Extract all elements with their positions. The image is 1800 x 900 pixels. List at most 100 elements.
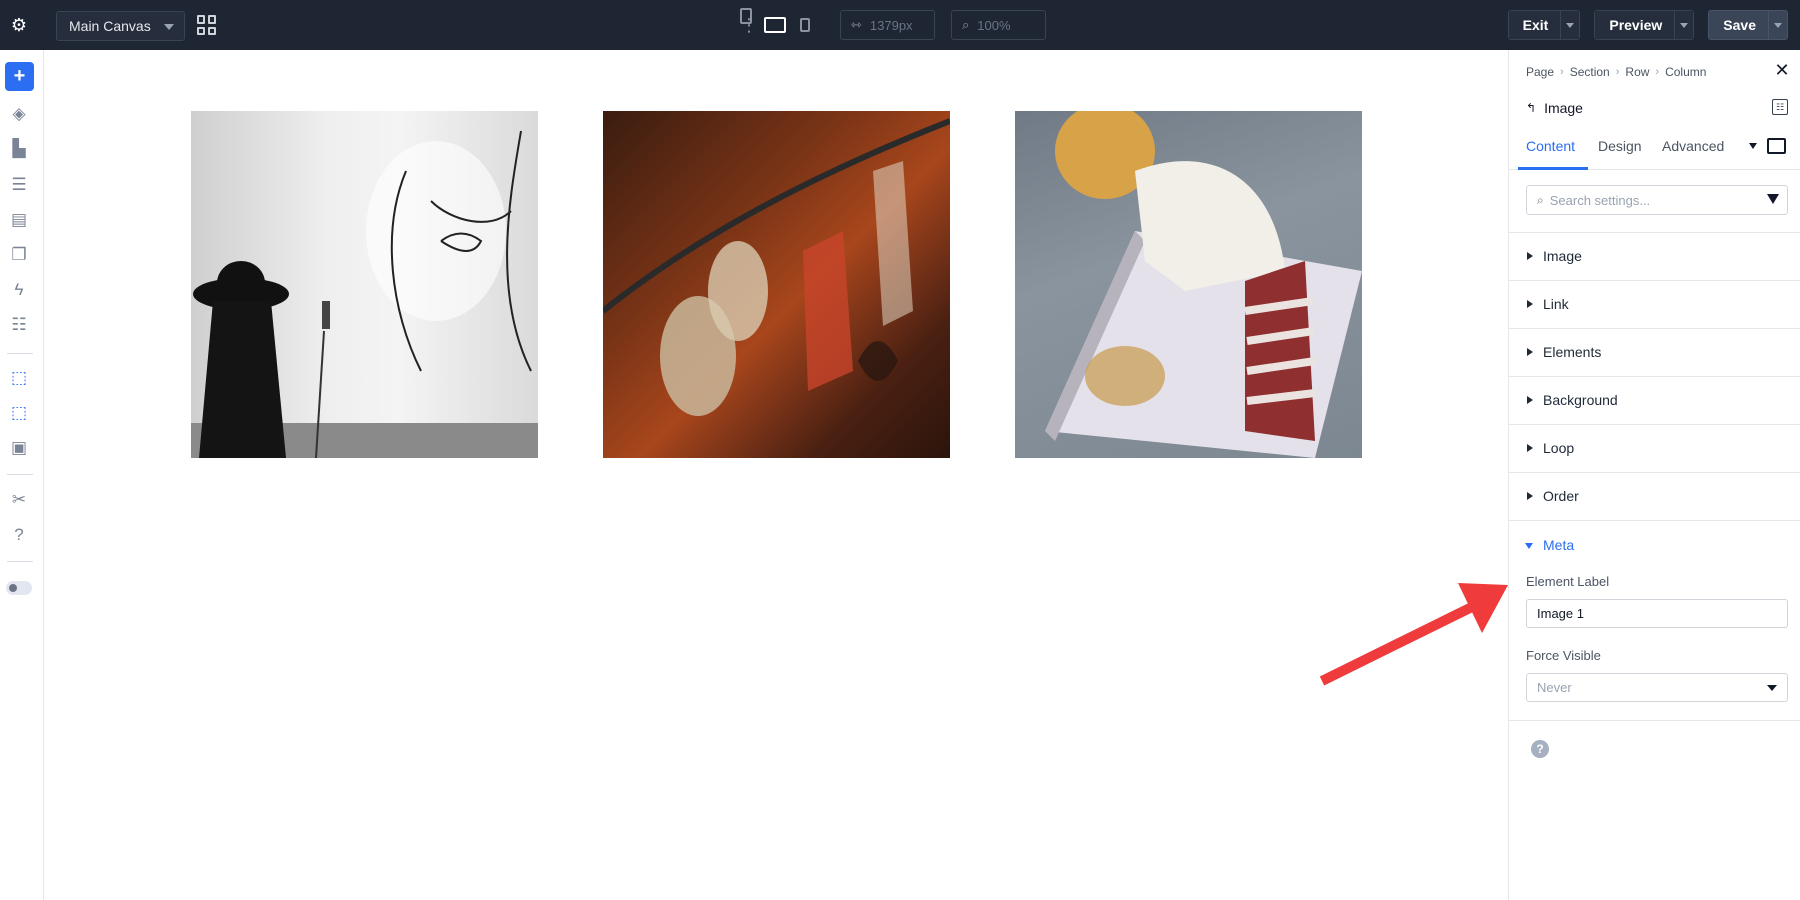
caret-down-icon bbox=[1566, 22, 1575, 28]
active-tab-indicator bbox=[1518, 167, 1588, 170]
force-visible-select[interactable]: Never bbox=[1526, 673, 1788, 702]
group-meta[interactable]: Meta bbox=[1509, 522, 1800, 570]
close-icon[interactable]: ✕ bbox=[1772, 60, 1792, 80]
tablet-view-icon[interactable] bbox=[740, 8, 752, 24]
group-order[interactable]: Order bbox=[1509, 473, 1800, 521]
divider bbox=[7, 474, 33, 475]
group-elements-label: Elements bbox=[1543, 344, 1602, 360]
chevron-right-icon: › bbox=[1655, 66, 1660, 78]
forms-icon[interactable]: ▤ bbox=[9, 210, 29, 230]
gallery-image-1[interactable] bbox=[191, 111, 538, 458]
settings-panel: Page › Section › Row › Column ✕ ↰ Image … bbox=[1508, 50, 1800, 900]
divider bbox=[7, 561, 33, 562]
help-icon[interactable]: ? bbox=[9, 525, 29, 545]
preview-dropdown-button[interactable] bbox=[1674, 10, 1695, 40]
phone-view-icon[interactable] bbox=[800, 18, 810, 32]
tab-design[interactable]: Design bbox=[1598, 138, 1642, 154]
design-library-icon[interactable]: ▙ bbox=[9, 139, 29, 159]
canvas-select-value: Main Canvas bbox=[69, 18, 151, 34]
left-sidebar: + ◈ ▙ ☰ ▤ ❐ ϟ ☷ ⬚ ⬚ ▣ ✂ ? bbox=[0, 50, 44, 900]
canvas-select[interactable]: Main Canvas bbox=[56, 11, 185, 41]
annotation-arrow-icon bbox=[1319, 583, 1508, 686]
divider bbox=[7, 353, 33, 354]
group-background-label: Background bbox=[1543, 392, 1618, 408]
breadcrumb-page[interactable]: Page bbox=[1526, 65, 1554, 79]
caret-down-icon bbox=[1680, 22, 1689, 28]
chevron-down-icon bbox=[164, 24, 174, 30]
chevron-down-icon bbox=[1767, 685, 1777, 691]
filter-icon[interactable] bbox=[1767, 194, 1779, 204]
group-order-label: Order bbox=[1543, 488, 1579, 504]
chevron-right-icon: › bbox=[1560, 66, 1564, 78]
group-elements[interactable]: Elements bbox=[1509, 329, 1800, 377]
canvas-width-field[interactable]: ⇿ 1379px bbox=[840, 10, 935, 40]
force-visible-value: Never bbox=[1537, 680, 1572, 695]
database-icon[interactable]: ☰ bbox=[9, 175, 29, 195]
element-select-icon[interactable]: ⬚ bbox=[9, 368, 29, 388]
tab-advanced[interactable]: Advanced bbox=[1662, 138, 1724, 154]
search-settings-input[interactable]: ⌕ Search settings... bbox=[1526, 185, 1788, 215]
breadcrumb-row[interactable]: Row bbox=[1625, 65, 1649, 79]
exit-dropdown-button[interactable] bbox=[1560, 10, 1581, 40]
pages-icon[interactable]: ❐ bbox=[9, 245, 29, 265]
preset-box-icon[interactable] bbox=[1767, 138, 1786, 154]
help-circle-icon[interactable]: ? bbox=[1531, 740, 1549, 758]
settings-options-icon[interactable]: ☷ bbox=[1772, 99, 1788, 115]
gallery-image-3[interactable] bbox=[1015, 111, 1362, 458]
force-visible-label: Force Visible bbox=[1526, 648, 1601, 663]
group-image-label: Image bbox=[1543, 248, 1582, 264]
tools-icon[interactable]: ✂ bbox=[9, 490, 29, 510]
search-icon: ⌕ bbox=[1537, 192, 1544, 207]
multi-select-icon[interactable]: ⬚ bbox=[9, 403, 29, 423]
caret-right-icon bbox=[1527, 300, 1533, 308]
group-link-label: Link bbox=[1543, 296, 1569, 312]
group-background[interactable]: Background bbox=[1509, 377, 1800, 425]
chevron-right-icon: › bbox=[1615, 66, 1620, 78]
element-title: ↰ Image bbox=[1526, 100, 1583, 116]
element-label-input[interactable]: Image 1 bbox=[1526, 599, 1788, 628]
exit-button[interactable]: Exit bbox=[1507, 10, 1561, 40]
group-image[interactable]: Image bbox=[1509, 233, 1800, 281]
breadcrumb: Page › Section › Row › Column bbox=[1526, 65, 1706, 79]
interactions-bolt-icon[interactable]: ϟ bbox=[9, 280, 29, 300]
desktop-view-icon[interactable] bbox=[764, 17, 786, 33]
layers-icon[interactable]: ◈ bbox=[9, 104, 29, 124]
breadcrumb-column[interactable]: Column bbox=[1665, 65, 1706, 79]
group-meta-label: Meta bbox=[1543, 537, 1575, 553]
group-loop-label: Loop bbox=[1543, 440, 1575, 456]
exit-button-group: Exit bbox=[1507, 10, 1581, 40]
caret-right-icon bbox=[1527, 396, 1533, 404]
caret-right-icon bbox=[1527, 444, 1533, 452]
preview-button-group: Preview bbox=[1594, 10, 1695, 40]
group-link[interactable]: Link bbox=[1509, 281, 1800, 329]
preview-button[interactable]: Preview bbox=[1594, 10, 1675, 40]
panel-tabs: Content Design Advanced bbox=[1509, 130, 1800, 170]
gallery-image-2[interactable] bbox=[603, 111, 950, 458]
canvas-width-value: 1379px bbox=[869, 17, 913, 33]
group-loop[interactable]: Loop bbox=[1509, 425, 1800, 473]
element-label-label: Element Label bbox=[1526, 574, 1610, 589]
layout-grid-icon[interactable] bbox=[197, 15, 217, 35]
add-element-button[interactable]: + bbox=[5, 62, 34, 91]
caret-down-icon bbox=[1525, 543, 1533, 549]
structure-icon[interactable]: ☷ bbox=[9, 315, 29, 335]
caret-right-icon bbox=[1527, 492, 1533, 500]
caret-right-icon bbox=[1527, 348, 1533, 356]
save-button[interactable]: Save bbox=[1708, 10, 1768, 40]
element-label-value: Image 1 bbox=[1537, 606, 1584, 621]
search-placeholder: Search settings... bbox=[1549, 192, 1651, 208]
mode-toggle[interactable] bbox=[6, 581, 32, 595]
save-button-group: Save bbox=[1708, 10, 1788, 40]
back-arrow-icon[interactable]: ↰ bbox=[1526, 101, 1536, 115]
caret-down-icon[interactable] bbox=[1749, 143, 1757, 149]
breadcrumb-section[interactable]: Section bbox=[1570, 65, 1610, 79]
element-title-text: Image bbox=[1544, 100, 1583, 116]
zoom-field[interactable]: ⌕ 100% bbox=[951, 10, 1046, 40]
settings-gear-icon[interactable]: ⚙ bbox=[0, 0, 38, 50]
tab-content[interactable]: Content bbox=[1526, 138, 1575, 154]
zoom-value: 100% bbox=[977, 17, 1011, 33]
template-settings-icon[interactable]: ▣ bbox=[9, 438, 29, 458]
caret-right-icon bbox=[1527, 252, 1533, 260]
save-dropdown-button[interactable] bbox=[1768, 10, 1788, 40]
divider bbox=[1509, 720, 1800, 721]
